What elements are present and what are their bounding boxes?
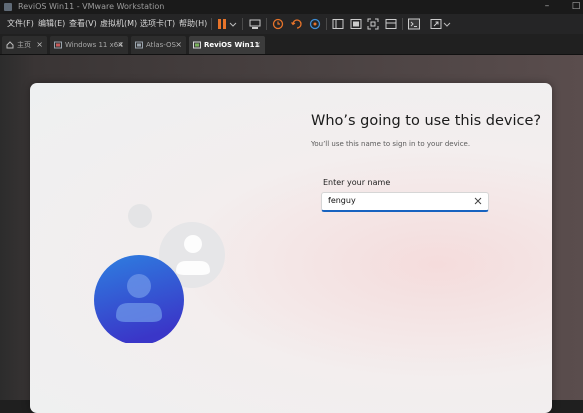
close-icon[interactable]: × bbox=[117, 36, 124, 54]
menu-help[interactable]: 帮助(H) bbox=[179, 14, 207, 34]
tab-atlas-os[interactable]: Atlas-OS × bbox=[131, 36, 186, 54]
revert-snapshot-icon[interactable] bbox=[290, 17, 304, 31]
menu-edit[interactable]: 编辑(E) bbox=[38, 14, 65, 34]
vm-icon bbox=[54, 41, 62, 49]
toolbar-separator bbox=[326, 18, 327, 30]
home-icon bbox=[6, 41, 14, 49]
send-keys-icon[interactable] bbox=[248, 17, 262, 31]
tab-home[interactable]: 主页 × bbox=[2, 36, 47, 54]
unity-icon[interactable] bbox=[384, 17, 398, 31]
vm-display[interactable]: Who’s going to use this device? You’ll u… bbox=[0, 55, 583, 413]
fullscreen-icon[interactable] bbox=[366, 17, 380, 31]
page-subtitle: You’ll use this name to sign in to your … bbox=[311, 140, 471, 148]
tab-bar: 主页 × Windows 11 x64 × Atlas-OS × ReviOS … bbox=[0, 34, 583, 55]
snapshot-icon[interactable] bbox=[271, 17, 285, 31]
toolbar-separator bbox=[242, 18, 243, 30]
stretch-icon[interactable] bbox=[429, 17, 443, 31]
vm-icon bbox=[135, 41, 143, 49]
terminal-icon[interactable] bbox=[407, 17, 421, 31]
vm-icon bbox=[193, 41, 201, 49]
name-field-label: Enter your name bbox=[323, 178, 391, 187]
pause-icon[interactable] bbox=[215, 17, 229, 31]
vmware-logo-icon bbox=[4, 3, 12, 11]
toolbar-separator bbox=[402, 18, 403, 30]
menu-file[interactable]: 文件(F) bbox=[7, 14, 34, 34]
close-icon[interactable]: × bbox=[175, 36, 182, 54]
dropdown-icon[interactable] bbox=[443, 17, 451, 31]
tab-windows-11-x64[interactable]: Windows 11 x64 × bbox=[50, 36, 128, 54]
console-view-icon[interactable] bbox=[349, 17, 363, 31]
menu-vm[interactable]: 虚拟机(M) bbox=[100, 14, 137, 34]
tab-label: Windows 11 x64 bbox=[65, 41, 123, 49]
title-bar: ReviOS Win11 - VMware Workstation – □ bbox=[0, 0, 583, 14]
user-avatar-illustration bbox=[94, 204, 225, 343]
menu-tabs[interactable]: 选项卡(T) bbox=[140, 14, 175, 34]
close-icon[interactable]: × bbox=[36, 36, 43, 54]
minimize-icon[interactable]: – bbox=[540, 0, 554, 14]
toolbar-separator bbox=[211, 18, 212, 30]
toolbar-separator bbox=[266, 18, 267, 30]
tab-label: ReviOS Win11 bbox=[204, 41, 260, 49]
menu-view[interactable]: 查看(V) bbox=[69, 14, 97, 34]
page-title: Who’s going to use this device? bbox=[311, 113, 542, 129]
tab-label: Atlas-OS bbox=[146, 41, 176, 49]
name-input[interactable]: fenguy bbox=[321, 192, 489, 212]
tab-revios-win11[interactable]: ReviOS Win11 × bbox=[189, 36, 265, 54]
clear-icon[interactable] bbox=[472, 194, 484, 208]
close-icon[interactable]: × bbox=[254, 36, 261, 54]
maximize-icon[interactable]: □ bbox=[569, 0, 583, 14]
tab-label: 主页 bbox=[17, 41, 31, 49]
library-icon[interactable] bbox=[331, 17, 345, 31]
window-title: ReviOS Win11 - VMware Workstation bbox=[18, 2, 165, 11]
oobe-dialog: Who’s going to use this device? You’ll u… bbox=[30, 83, 552, 413]
snapshot-manager-icon[interactable] bbox=[308, 17, 322, 31]
name-input-value: fenguy bbox=[328, 196, 356, 205]
menu-bar: 文件(F) 编辑(E) 查看(V) 虚拟机(M) 选项卡(T) 帮助(H) bbox=[0, 14, 583, 34]
dropdown-icon[interactable] bbox=[229, 17, 237, 31]
